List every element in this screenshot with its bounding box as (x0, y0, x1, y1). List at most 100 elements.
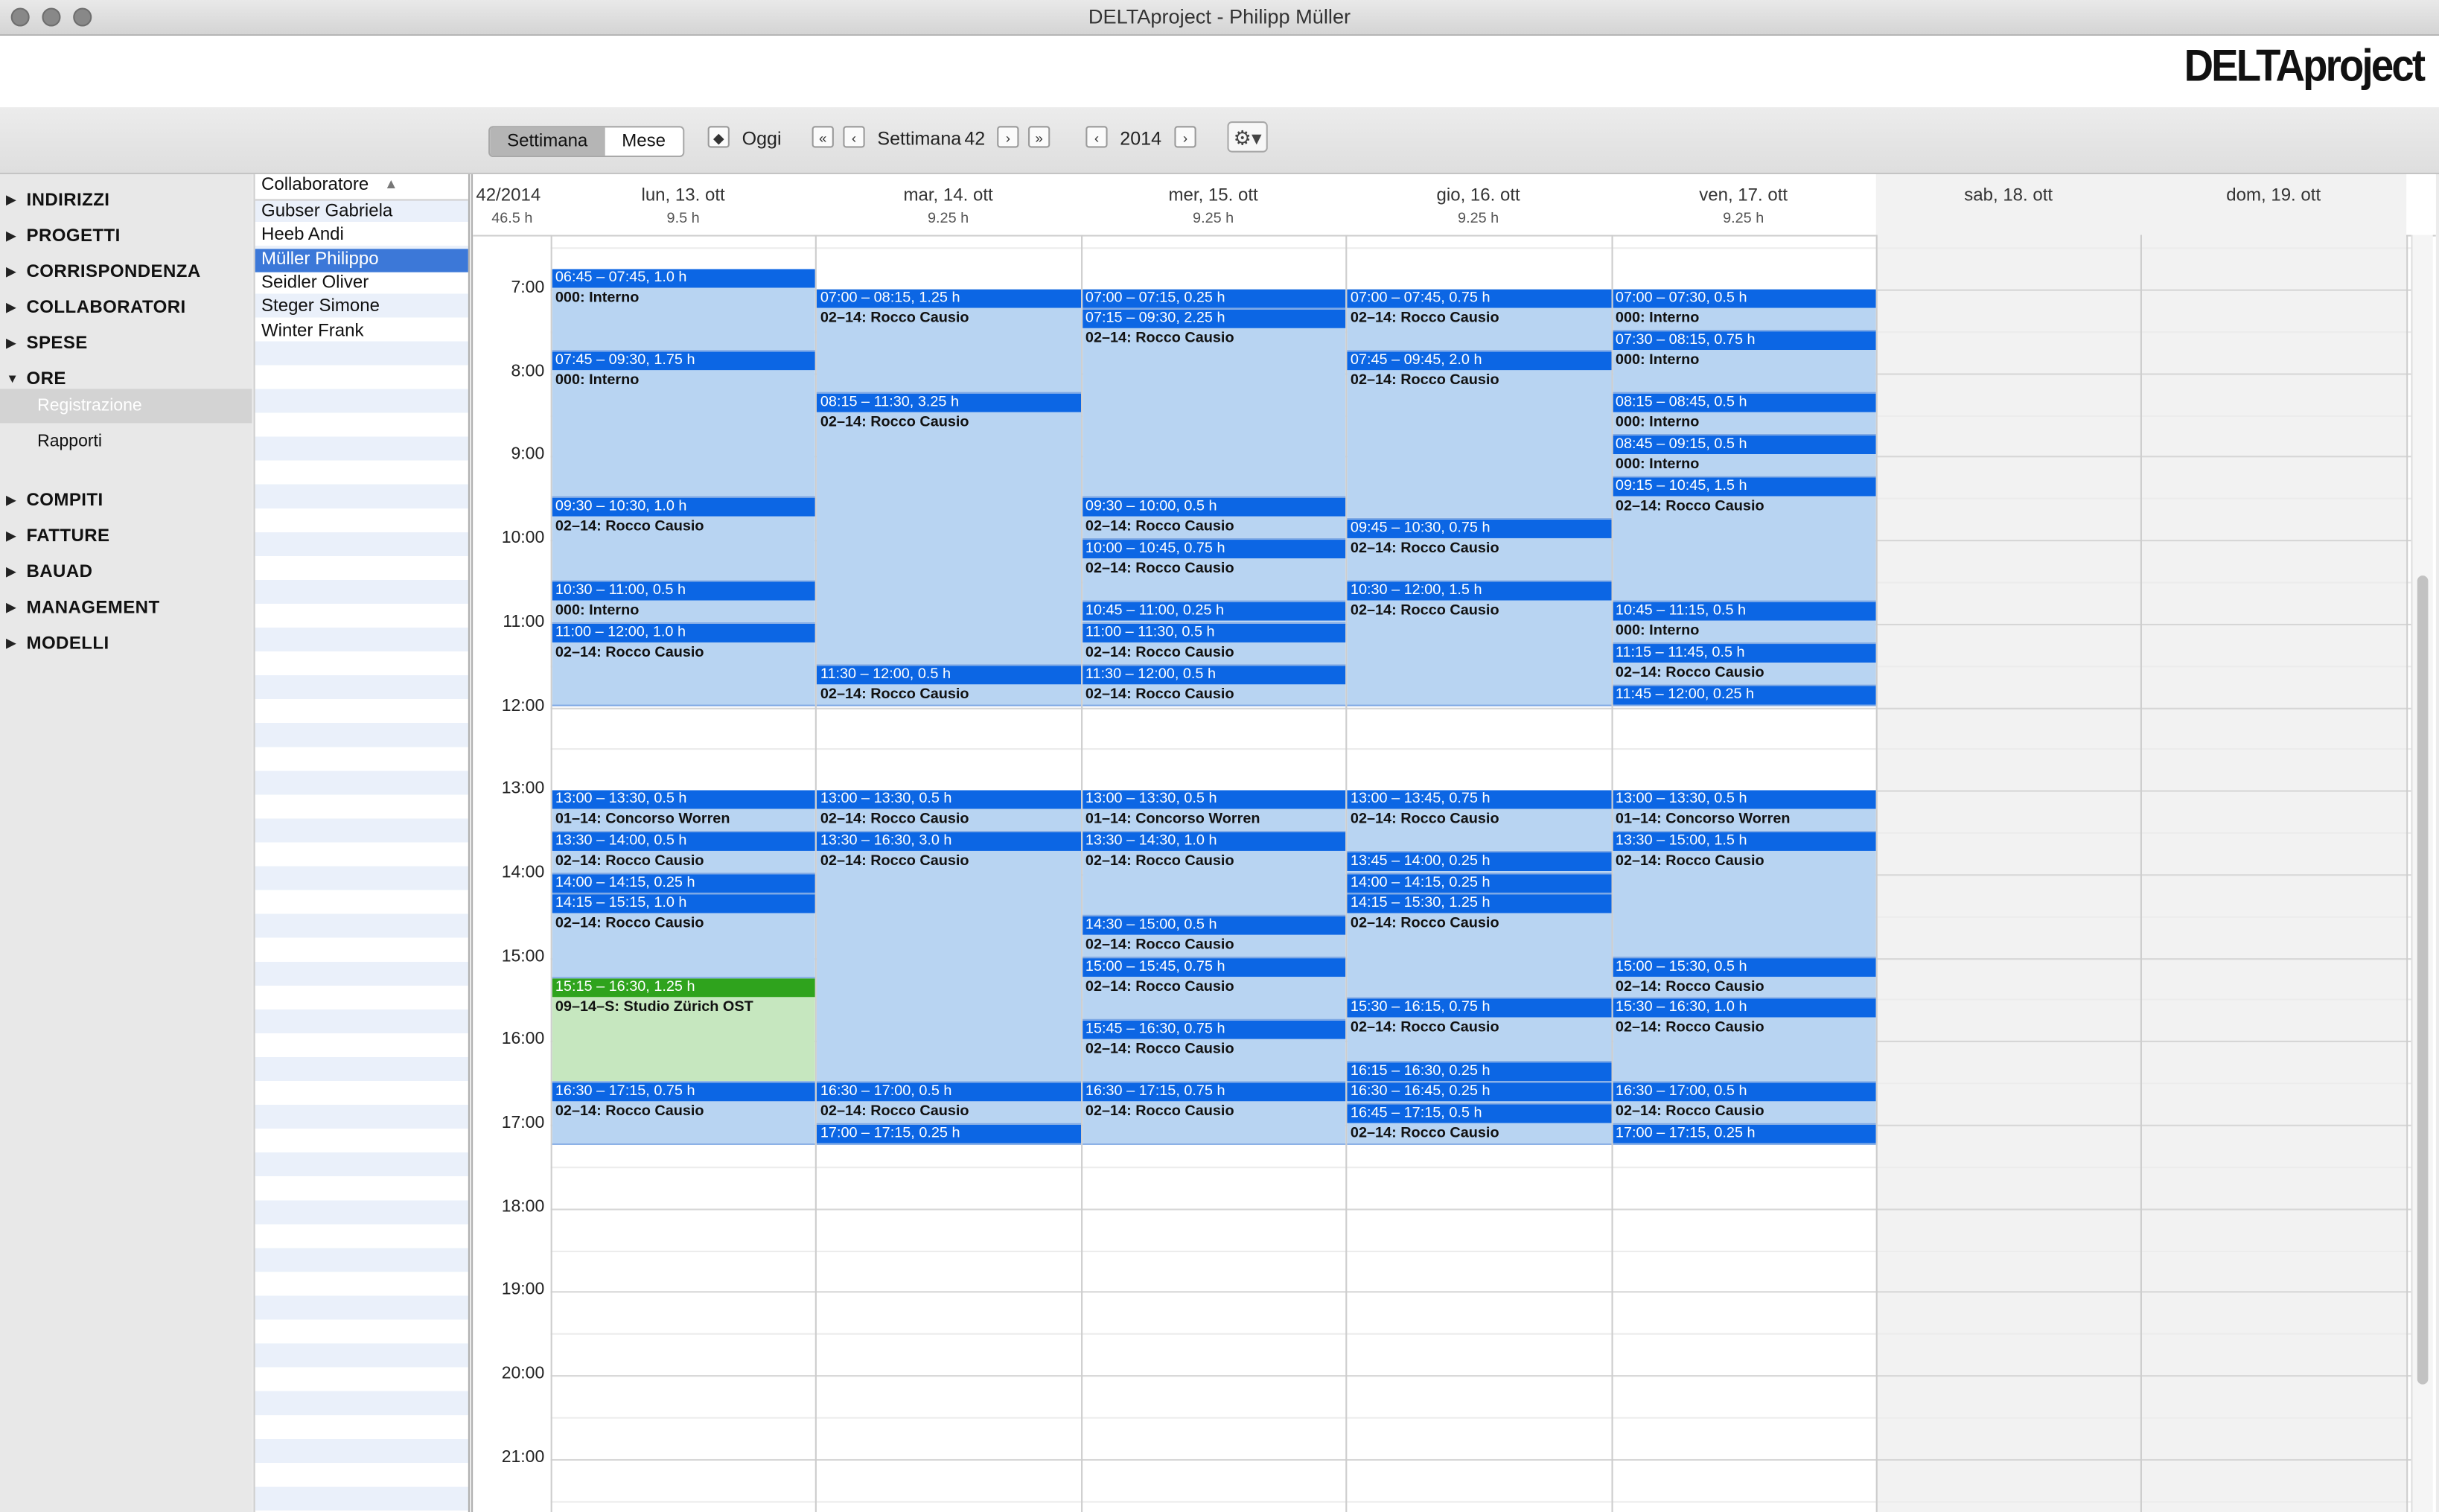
collaborator-row[interactable]: Müller Philippo (255, 248, 468, 272)
disclosure-closed-icon[interactable]: ▶ (6, 564, 16, 578)
sidebar-item-corrispondenza[interactable]: ▶ CORRISPONDENZA (0, 257, 252, 291)
time-entry[interactable]: 07:00 – 07:15, 0.25 h (1082, 289, 1346, 310)
time-entry[interactable]: 13:00 – 13:45, 0.75 h 02–14: Rocco Causio (1347, 790, 1611, 853)
last-week-icon[interactable]: » (1028, 126, 1050, 148)
time-entry[interactable]: 11:30 – 12:00, 0.5 h 02–14: Rocco Causio (1082, 665, 1346, 707)
sidebar-item-fatture[interactable]: ▶ FATTURE (0, 521, 252, 555)
time-entry[interactable]: 15:00 – 15:30, 0.5 h 02–14: Rocco Causio (1612, 957, 1876, 1000)
sidebar-item-collaboratori[interactable]: ▶ COLLABORATORI (0, 293, 252, 327)
time-entry[interactable]: 13:45 – 14:00, 0.25 h (1347, 853, 1611, 875)
time-entry[interactable]: 07:00 – 07:45, 0.75 h 02–14: Rocco Causio (1347, 289, 1611, 352)
prev-year-icon[interactable]: ‹ (1085, 126, 1108, 148)
time-entry[interactable]: 11:15 – 11:45, 0.5 h 02–14: Rocco Causio (1612, 644, 1876, 686)
disclosure-closed-icon[interactable]: ▶ (6, 637, 16, 651)
disclosure-closed-icon[interactable]: ▶ (6, 529, 16, 543)
sidebar-item-modelli[interactable]: ▶ MODELLI (0, 628, 252, 663)
day-header[interactable]: mar, 14. ott 9.25 h (816, 174, 1081, 235)
time-entry[interactable]: 15:15 – 16:30, 1.25 h 09–14–S: Studio Zür… (552, 978, 816, 1083)
disclosure-closed-icon[interactable]: ▶ (6, 300, 16, 314)
time-entry[interactable]: 07:00 – 08:15, 1.25 h 02–14: Rocco Causio (817, 289, 1081, 394)
time-entry[interactable]: 13:30 – 14:30, 1.0 h 02–14: Rocco Causio (1082, 832, 1346, 916)
disclosure-open-icon[interactable]: ▼ (6, 371, 19, 386)
collaborator-row[interactable]: Seidler Oliver (255, 272, 468, 296)
disclosure-closed-icon[interactable]: ▶ (6, 229, 16, 243)
time-entry[interactable]: 13:30 – 14:00, 0.5 h 02–14: Rocco Causio (552, 832, 816, 875)
day-header[interactable]: gio, 16. ott 9.25 h (1346, 174, 1611, 235)
first-week-icon[interactable]: « (812, 126, 834, 148)
time-entry[interactable]: 16:30 – 17:00, 0.5 h 02–14: Rocco Causio (1612, 1082, 1876, 1125)
time-entry[interactable]: 10:30 – 12:00, 1.5 h 02–14: Rocco Causio (1347, 581, 1611, 707)
time-entry[interactable]: 08:15 – 08:45, 0.5 h 000: Interno (1612, 393, 1876, 436)
today-diamond-icon[interactable]: ◆ (707, 126, 730, 148)
time-entry[interactable]: 14:15 – 15:15, 1.0 h 02–14: Rocco Causio (552, 895, 816, 979)
sidebar-subitem-registrazione[interactable]: Registrazione (0, 389, 252, 424)
time-entry[interactable]: 14:00 – 14:15, 0.25 h (1347, 874, 1611, 896)
calendar-scrollbar[interactable] (2411, 235, 2433, 1512)
time-entry[interactable]: 10:45 – 11:00, 0.25 h (1082, 602, 1346, 624)
time-entry[interactable]: 07:15 – 09:30, 2.25 h 02–14: Rocco Causio (1082, 310, 1346, 499)
time-entry[interactable]: 09:45 – 10:30, 0.75 h 02–14: Rocco Causio (1347, 519, 1611, 582)
time-entry[interactable]: 14:30 – 15:00, 0.5 h 02–14: Rocco Causio (1082, 916, 1346, 958)
time-entry[interactable]: 10:30 – 11:00, 0.5 h 000: Interno (552, 581, 816, 624)
sidebar-subitem-rapporti[interactable]: Rapporti (0, 424, 252, 459)
time-entry[interactable]: 15:00 – 15:45, 0.75 h 02–14: Rocco Causio (1082, 957, 1346, 1021)
scrollbar-thumb[interactable] (2417, 575, 2429, 1385)
today-button[interactable]: Oggi (742, 127, 782, 149)
time-entry[interactable]: 13:00 – 13:30, 0.5 h 01–14: Concorso Worr… (552, 790, 816, 832)
time-entry[interactable]: 15:30 – 16:15, 0.75 h 02–14: Rocco Causio (1347, 999, 1611, 1062)
day-header[interactable]: lun, 13. ott 9.5 h (551, 174, 816, 235)
prev-week-icon[interactable]: ‹ (843, 126, 865, 148)
time-entry[interactable]: 16:30 – 17:15, 0.75 h 02–14: Rocco Causio (552, 1082, 816, 1146)
sidebar-item-compiti[interactable]: ▶ COMPITI (0, 485, 252, 520)
time-entry[interactable]: 10:45 – 11:15, 0.5 h 000: Interno (1612, 602, 1876, 645)
time-grid[interactable]: 7:00 8:00 9:00 10:00 11:00 12:00 13:00 14:00 15:… (473, 235, 2411, 1512)
time-entry[interactable]: 15:45 – 16:30, 0.75 h 02–14: Rocco Causio (1082, 1020, 1346, 1083)
day-header[interactable]: mer, 15. ott 9.25 h (1081, 174, 1346, 235)
time-entry[interactable]: 16:30 – 17:15, 0.75 h 02–14: Rocco Causio (1082, 1082, 1346, 1146)
time-entry[interactable]: 08:45 – 09:15, 0.5 h 000: Interno (1612, 435, 1876, 478)
day-header[interactable]: dom, 19. ott (2140, 174, 2406, 235)
sidebar-item-bauad[interactable]: ▶ BAUAD (0, 557, 252, 591)
collaborator-row[interactable]: Steger Simone (255, 296, 468, 320)
collaborator-row[interactable]: Winter Frank (255, 320, 468, 344)
time-entry[interactable]: 11:00 – 12:00, 1.0 h 02–14: Rocco Causio (552, 623, 816, 707)
time-entry[interactable]: 06:45 – 07:45, 1.0 h 000: Interno (552, 268, 816, 352)
time-entry[interactable]: 16:45 – 17:15, 0.5 h 02–14: Rocco Causio (1347, 1103, 1611, 1146)
disclosure-closed-icon[interactable]: ▶ (6, 264, 16, 278)
time-entry[interactable]: 07:30 – 08:15, 0.75 h 000: Interno (1612, 331, 1876, 394)
time-entry[interactable]: 07:45 – 09:30, 1.75 h 000: Interno (552, 351, 816, 499)
next-year-icon[interactable]: › (1174, 126, 1196, 148)
time-entry[interactable]: 17:00 – 17:15, 0.25 h (1612, 1124, 1876, 1146)
time-entry[interactable]: 09:15 – 10:45, 1.5 h 02–14: Rocco Causio (1612, 477, 1876, 603)
sidebar-item-indirizzi[interactable]: ▶ INDIRIZZI (0, 185, 252, 220)
time-entry[interactable]: 13:30 – 16:30, 3.0 h 02–14: Rocco Causio (817, 832, 1081, 1083)
time-entry[interactable]: 16:15 – 16:30, 0.25 h (1347, 1062, 1611, 1083)
next-week-icon[interactable]: › (997, 126, 1019, 148)
view-month-button[interactable]: Mese (605, 127, 683, 156)
time-entry[interactable]: 11:45 – 12:00, 0.25 h (1612, 686, 1876, 707)
day-header[interactable]: ven, 17. ott 9.25 h (1611, 174, 1876, 235)
collaborator-column-header[interactable]: Collaboratore ▲ (255, 174, 468, 201)
time-entry[interactable]: 09:30 – 10:30, 1.0 h 02–14: Rocco Causio (552, 498, 816, 582)
time-entry[interactable]: 07:45 – 09:45, 2.0 h 02–14: Rocco Causio (1347, 351, 1611, 520)
time-entry[interactable]: 15:30 – 16:30, 1.0 h 02–14: Rocco Causio (1612, 999, 1876, 1083)
day-header[interactable]: sab, 18. ott (1875, 174, 2141, 235)
time-entry[interactable]: 13:00 – 13:30, 0.5 h 01–14: Concorso Worr… (1612, 790, 1876, 832)
sidebar-item-management[interactable]: ▶ MANAGEMENT (0, 593, 252, 627)
time-entry[interactable]: 14:00 – 14:15, 0.25 h (552, 874, 816, 896)
time-entry[interactable]: 14:15 – 15:30, 1.25 h 02–14: Rocco Causio (1347, 895, 1611, 1000)
sidebar-item-progetti[interactable]: ▶ PROGETTI (0, 221, 252, 255)
disclosure-closed-icon[interactable]: ▶ (6, 336, 16, 350)
settings-gear-icon[interactable]: ⚙▾ (1227, 121, 1268, 153)
time-entry[interactable]: 16:30 – 16:45, 0.25 h (1347, 1082, 1611, 1104)
time-entry[interactable]: 08:15 – 11:30, 3.25 h 02–14: Rocco Causio (817, 393, 1081, 666)
disclosure-closed-icon[interactable]: ▶ (6, 601, 16, 615)
time-entry[interactable]: 13:30 – 15:00, 1.5 h 02–14: Rocco Causio (1612, 832, 1876, 958)
view-week-button[interactable]: Settimana (490, 127, 605, 156)
time-entry[interactable]: 10:00 – 10:45, 0.75 h 02–14: Rocco Causio (1082, 540, 1346, 603)
disclosure-closed-icon[interactable]: ▶ (6, 193, 16, 207)
time-entry[interactable]: 16:30 – 17:00, 0.5 h 02–14: Rocco Causio (817, 1082, 1081, 1125)
disclosure-closed-icon[interactable]: ▶ (6, 493, 16, 507)
time-entry[interactable]: 13:00 – 13:30, 0.5 h 01–14: Concorso Worr… (1082, 790, 1346, 832)
collaborator-row[interactable]: Gubser Gabriela (255, 201, 468, 225)
